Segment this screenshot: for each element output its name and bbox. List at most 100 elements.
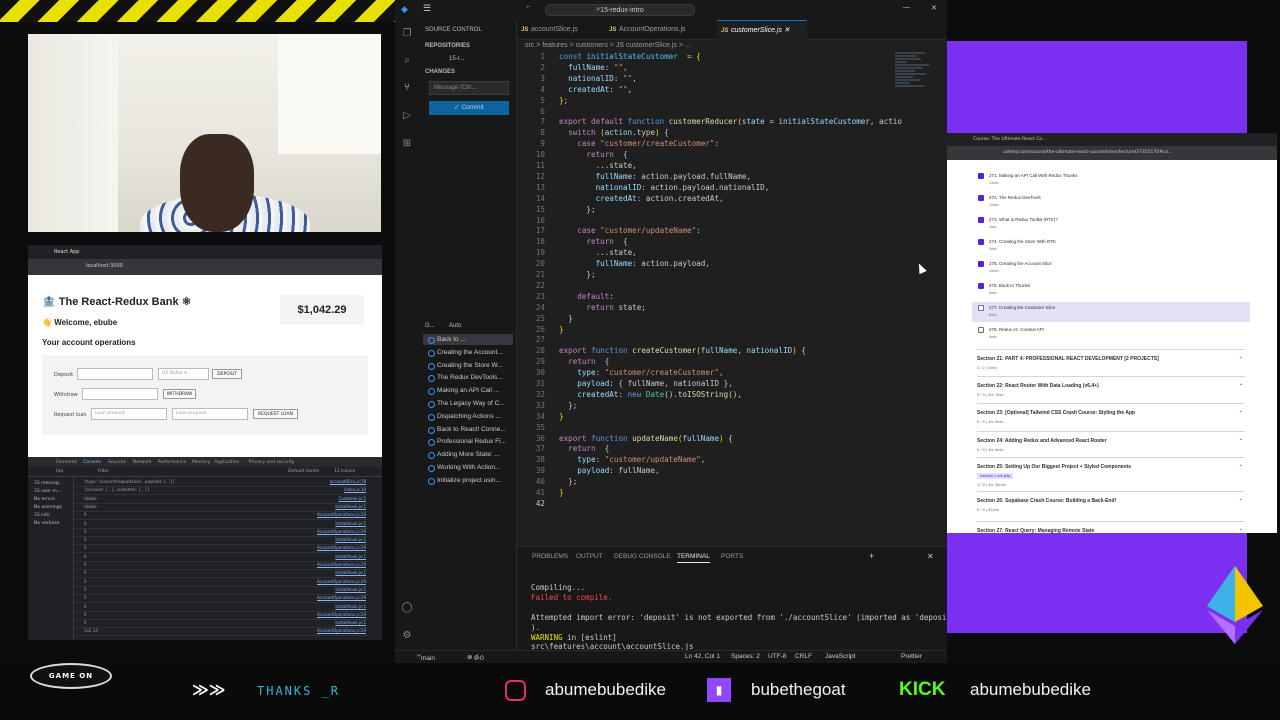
withdraw-button[interactable]: WITHDRAW xyxy=(163,389,196,399)
devtools-tab[interactable]: Console xyxy=(83,460,101,465)
lecture-item[interactable]: 276. Back to Thunks 5min xyxy=(989,283,1030,295)
editor-tab[interactable]: JS AccountOperations.js xyxy=(605,20,717,40)
lecture-item[interactable]: 277. Creating the Customer Slice 8min xyxy=(989,305,1055,317)
code-line[interactable]: type: "customer/createCustomer", xyxy=(559,368,723,379)
course-section[interactable]: Section 23: [Optional] Tailwind CSS Cras… xyxy=(977,403,1245,424)
panel-tab[interactable]: TERMINAL xyxy=(677,553,710,563)
code-line[interactable]: const initialStateCustomer = { xyxy=(559,52,701,63)
extensions-icon[interactable]: ⊞ xyxy=(401,138,413,150)
request-loan-button[interactable]: REQUEST LOAN xyxy=(253,409,298,419)
chevron-down-icon[interactable]: ⌄ xyxy=(1239,526,1243,532)
commit-item[interactable]: The Legacy Way of C... xyxy=(423,398,513,409)
log-source-link[interactable]: InstallHook.js:1 xyxy=(335,570,366,575)
commit-item[interactable]: Working With Action... xyxy=(423,462,513,473)
code-line[interactable]: createdAt: new Date().toISOString(), xyxy=(559,390,742,401)
course-section[interactable]: Section 24: Adding Redux and Advanced Re… xyxy=(977,431,1245,452)
code-line[interactable]: return { xyxy=(559,357,609,368)
log-source-link[interactable]: AccountOperations.js:29 xyxy=(317,512,366,517)
code-line[interactable]: fullName: action.payload.fullName, xyxy=(559,172,751,183)
new-terminal-icon[interactable]: + xyxy=(869,551,874,561)
editor-tab[interactable]: JS accountSlice.js xyxy=(517,20,605,40)
log-source-link[interactable]: AccountOperations.js:29 xyxy=(317,628,366,633)
devtools-tab[interactable]: Elements xyxy=(56,460,77,465)
log-source-link[interactable]: Customer.js:5 xyxy=(339,496,366,501)
commit-item[interactable]: Initialize project usin... xyxy=(423,475,513,486)
course-section[interactable]: Section 25: Setting Up Our Biggest Proje… xyxy=(977,457,1245,487)
course-section[interactable]: Section 27: React Query: Managing Remote… xyxy=(977,521,1245,533)
panel-tab[interactable]: DEBUG CONSOLE xyxy=(614,553,671,560)
account-icon[interactable]: ◯ xyxy=(401,602,413,614)
close-panel-icon[interactable]: ✕ xyxy=(927,552,934,561)
lecture-checkbox[interactable] xyxy=(978,261,984,267)
log-source-link[interactable]: InstallHook.js:1 xyxy=(335,504,366,509)
code-line[interactable]: switch (action.type) { xyxy=(559,128,669,139)
devtools-tab[interactable]: Sources xyxy=(108,460,126,465)
code-line[interactable]: payload: fullName, xyxy=(559,466,659,477)
editor-tab[interactable]: JS customerSlice.js ✕ xyxy=(717,20,807,40)
devtools-tab[interactable]: Memory xyxy=(192,460,210,465)
devtools-tab[interactable]: Privacy and security xyxy=(249,460,295,465)
code-line[interactable]: export default function customerReducer(… xyxy=(559,117,902,128)
deposit-input[interactable] xyxy=(77,368,153,380)
log-source-link[interactable]: AccountOperations.js:29 xyxy=(317,595,366,600)
console-filter-item[interactable]: 33 messag... xyxy=(34,481,63,486)
code-line[interactable]: nationalID: "", xyxy=(559,74,637,85)
lecture-item[interactable]: 273. What is Redux Toolkit (RTK)? 4min xyxy=(989,217,1058,229)
devtools-tab[interactable]: Network xyxy=(133,460,152,465)
code-line[interactable]: return state; xyxy=(559,303,645,314)
code-line[interactable]: }; xyxy=(559,477,577,488)
settings-gear-icon[interactable]: ⚙ xyxy=(401,630,413,642)
log-source-link[interactable]: accountSlice.js:78 xyxy=(330,479,366,484)
code-line[interactable]: ...state, xyxy=(559,248,637,259)
status-language[interactable]: JavaScript xyxy=(825,653,855,660)
lecture-checkbox[interactable] xyxy=(978,305,984,311)
explorer-icon[interactable]: ❐ xyxy=(401,28,413,40)
status-prettier[interactable]: Prettier xyxy=(901,653,922,660)
lecture-checkbox[interactable] xyxy=(978,239,984,245)
changes-header[interactable]: CHANGES xyxy=(425,69,455,75)
log-source-link[interactable]: index.js:10 xyxy=(344,487,366,492)
graph-mode[interactable]: Auto xyxy=(449,323,461,329)
withdraw-input[interactable] xyxy=(82,388,158,400)
code-line[interactable]: ...state, xyxy=(559,161,637,172)
lecture-checkbox[interactable] xyxy=(978,217,984,223)
devtools-tab[interactable]: Performance xyxy=(158,460,187,465)
code-line[interactable]: fullName: action.payload, xyxy=(559,259,710,270)
nav-back-icon[interactable]: ← xyxy=(525,3,532,10)
filter-input[interactable]: Filter xyxy=(98,469,109,474)
log-source-link[interactable]: InstallHook.js:1 xyxy=(335,587,366,592)
commit-item[interactable]: Dispatching Actions ... xyxy=(423,411,513,422)
commit-item[interactable]: Making an API Call ... xyxy=(423,385,513,396)
commit-item[interactable]: Adding More State: ... xyxy=(423,449,513,460)
url-text[interactable]: localhost:3000 xyxy=(86,263,123,269)
code-line[interactable]: fullName: "", xyxy=(559,63,627,74)
commit-item[interactable]: Professional Redux Fi... xyxy=(423,436,513,447)
code-line[interactable]: export function createCustomer(fullName,… xyxy=(559,346,806,357)
log-source-link[interactable]: InstallHook.js:1 xyxy=(335,537,366,542)
chevron-down-icon[interactable]: ⌄ xyxy=(1239,496,1243,502)
log-source-link[interactable]: InstallHook.js:1 xyxy=(335,521,366,526)
lecture-item[interactable]: 274. Creating the Store With RTK 5min xyxy=(989,239,1056,251)
log-source-link[interactable]: AccountOperations.js:29 xyxy=(317,529,366,534)
log-source-link[interactable]: AccountOperations.js:29 xyxy=(317,612,366,617)
lecture-checkbox[interactable] xyxy=(978,173,984,179)
commit-item[interactable]: Creating the Store W... xyxy=(423,360,513,371)
chevron-down-icon[interactable]: ⌄ xyxy=(1239,436,1243,442)
log-source-link[interactable]: AccountOperations.js:29 xyxy=(317,562,366,567)
loan-amount-input[interactable]: Loan amount xyxy=(91,408,167,420)
commit-message-input[interactable]: Message (Ctrl... xyxy=(429,81,509,95)
udemy-tab-title[interactable]: Course: The Ultimate React Co... xyxy=(973,137,1046,142)
commit-item[interactable]: Back to ... xyxy=(423,334,513,345)
code-line[interactable]: type: "customer/updateName", xyxy=(559,455,705,466)
console-filter-item[interactable]: No errors xyxy=(34,497,55,502)
deposit-button[interactable]: DEPOSIT xyxy=(212,369,242,379)
browser-tab-title[interactable]: React App xyxy=(54,249,79,255)
run-debug-icon[interactable]: ▷ xyxy=(401,110,413,122)
levels-select[interactable]: Default levels xyxy=(288,469,319,474)
chevron-down-icon[interactable]: ⌄ xyxy=(1239,462,1243,468)
chevron-down-icon[interactable]: ⌄ xyxy=(1239,408,1243,414)
search-icon[interactable]: ⌕ xyxy=(401,55,413,67)
console-filter-item[interactable]: No warnings xyxy=(34,505,62,510)
code-line[interactable]: }; xyxy=(559,270,595,281)
commit-item[interactable]: Creating the Account... xyxy=(423,347,513,358)
